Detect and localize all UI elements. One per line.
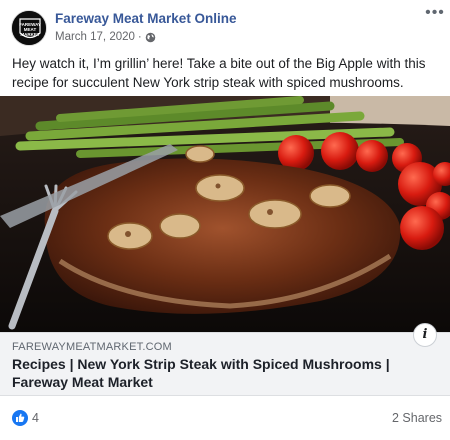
link-preview-image[interactable] [0,96,450,332]
post-date[interactable]: March 17, 2020 [55,31,135,43]
link-title[interactable]: Recipes | New York Strip Steak with Spic… [12,355,432,391]
post-header: FAREWAY MEAT MARKET Fareway Meat Market … [0,0,450,52]
more-options-button[interactable]: ••• [425,5,445,24]
post-meta: March 17, 2020 · [55,31,156,43]
link-domain: FAREWAYMEATMARKET.COM [12,341,172,353]
facebook-post: FAREWAY MEAT MARKET Fareway Meat Market … [0,0,450,440]
page-name-link[interactable]: Fareway Meat Market Online [55,11,237,26]
post-footer: 4 2 Shares [0,402,450,434]
post-text: Hey watch it, I’m grillin’ here! Take a … [12,56,426,90]
meta-separator: · [137,31,142,43]
like-reaction-icon[interactable] [12,410,28,426]
avatar-text-3: MARKET [20,32,39,37]
link-preview-box[interactable]: FAREWAYMEATMARKET.COM Recipes | New York… [0,332,450,396]
globe-icon[interactable] [145,32,156,43]
like-count[interactable]: 4 [32,411,39,425]
info-icon[interactable]: i [413,323,437,347]
shares-count[interactable]: 2 Shares [392,411,442,425]
page-avatar[interactable]: FAREWAY MEAT MARKET [11,10,47,46]
